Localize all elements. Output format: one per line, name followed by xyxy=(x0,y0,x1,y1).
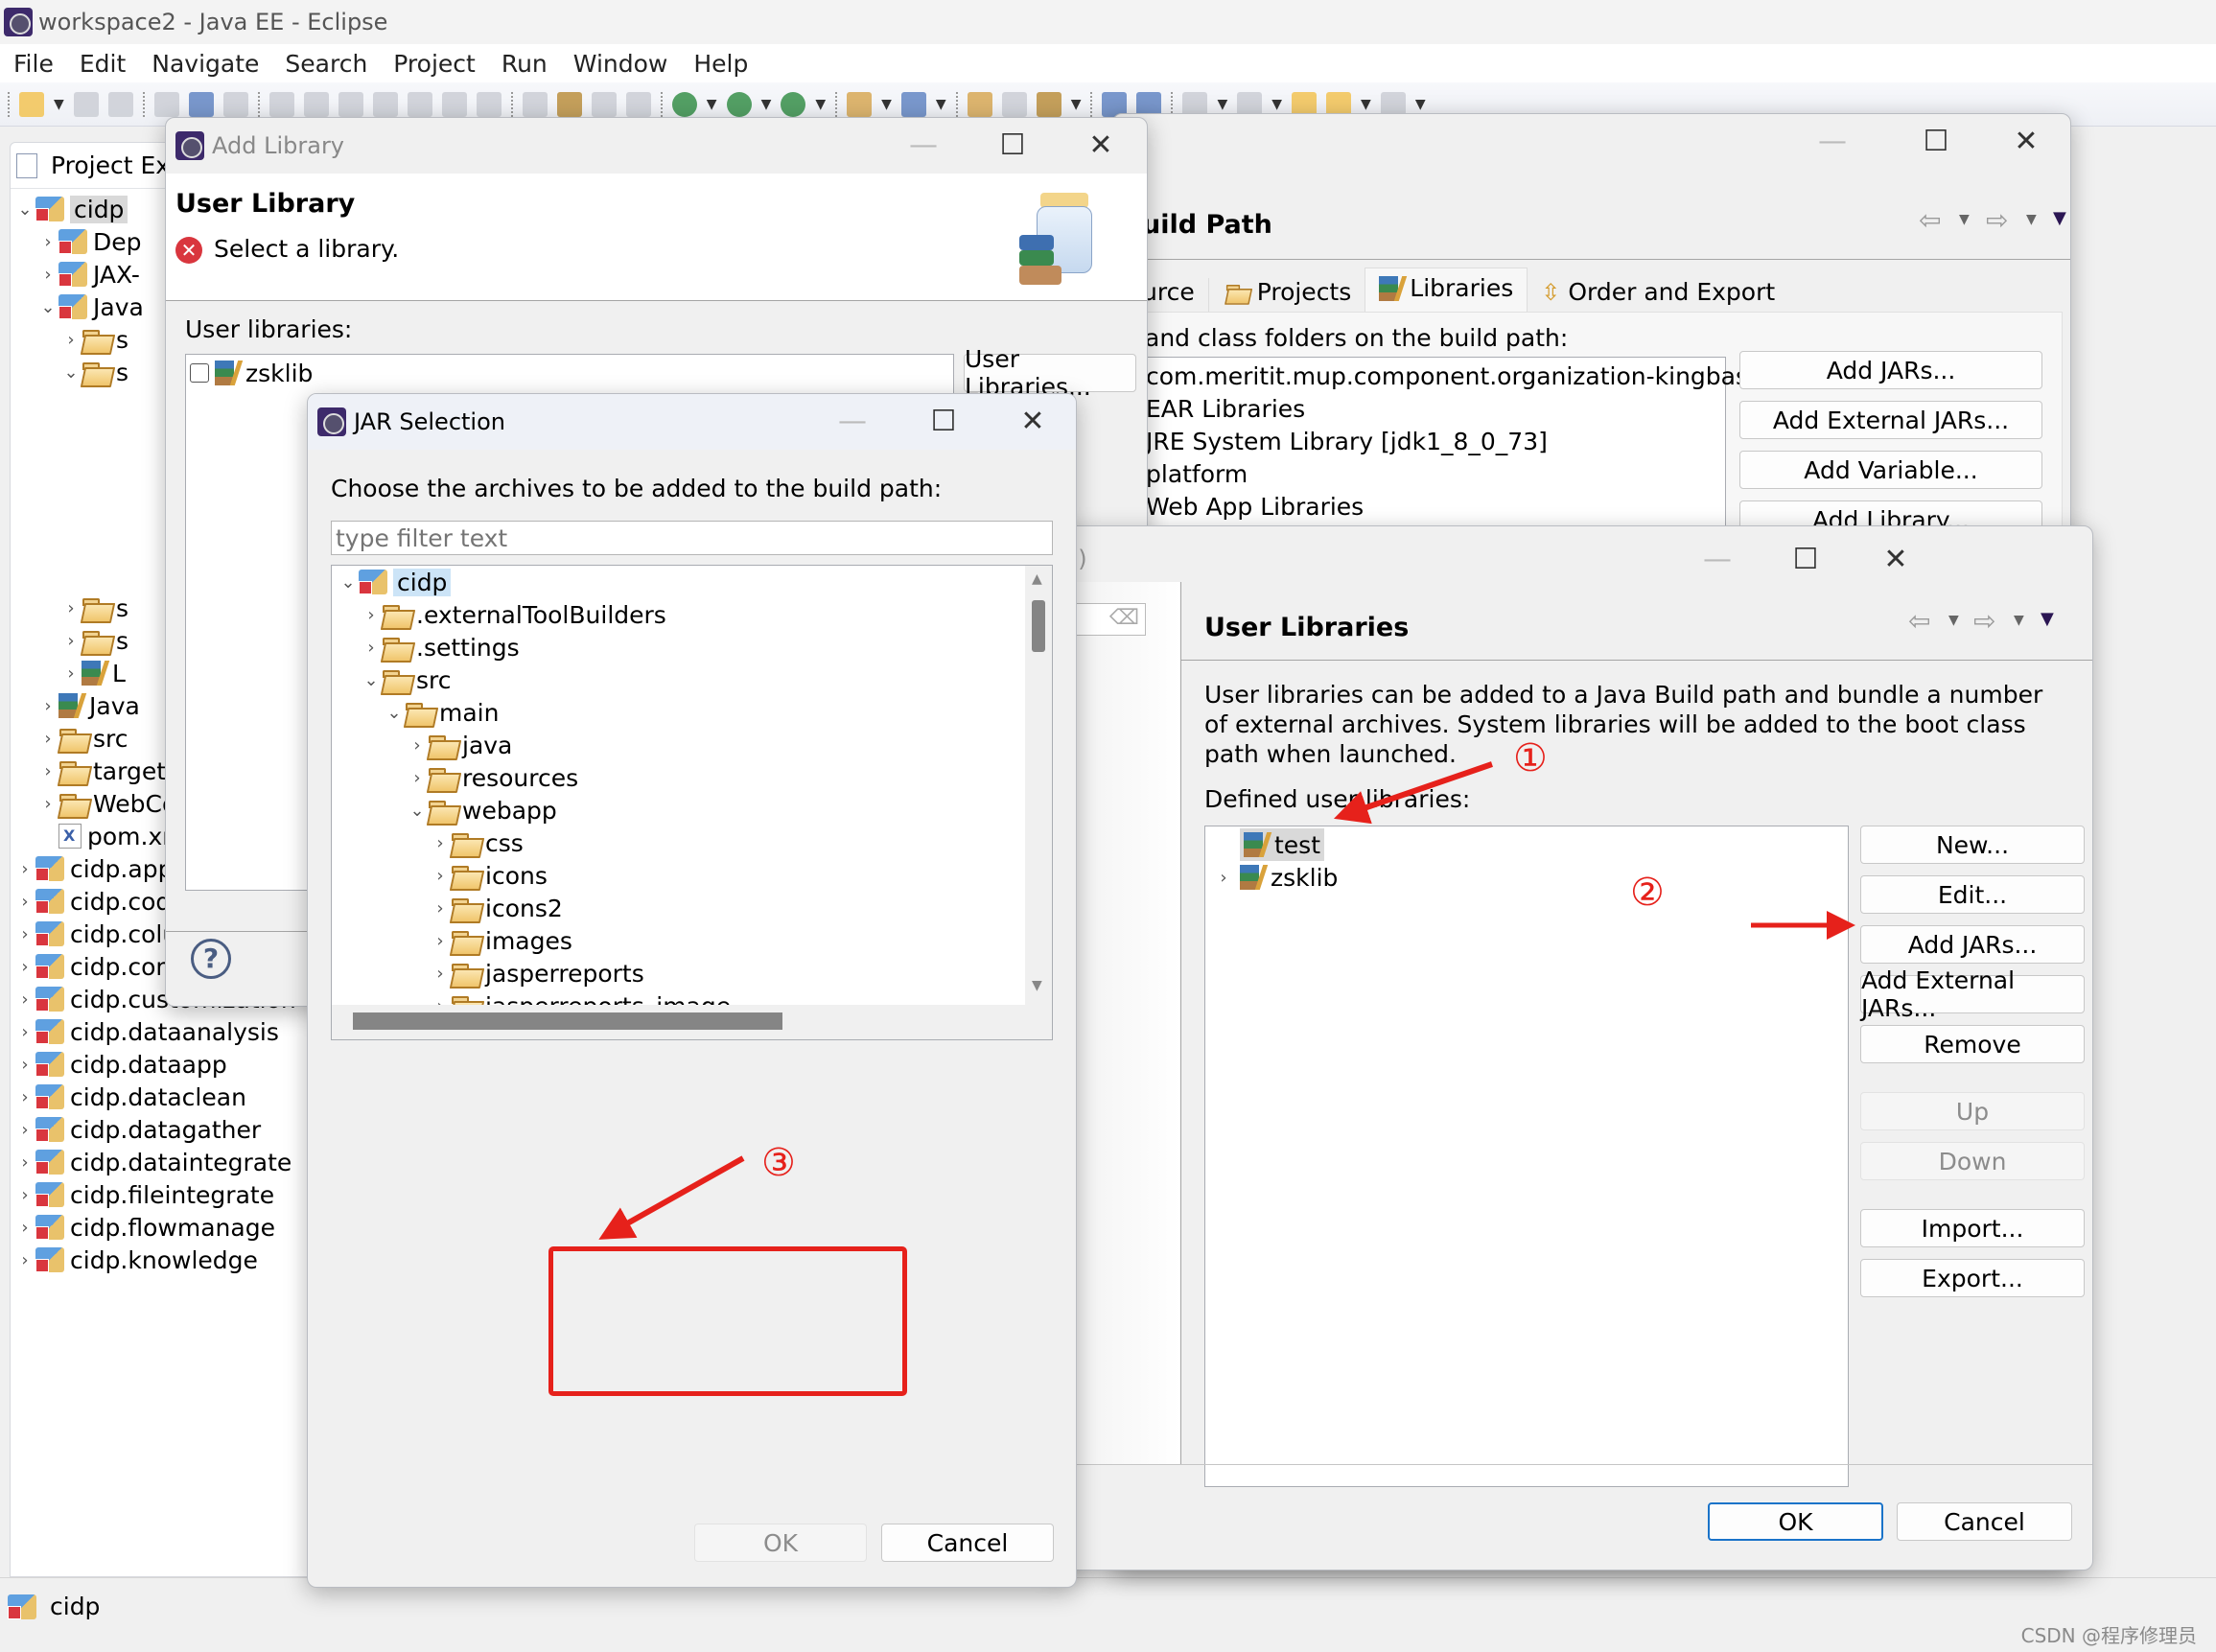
watermark: CSDN @程序修理员 xyxy=(2020,1624,2197,1647)
annotation-arrows xyxy=(598,761,1855,1240)
arrow-step-3 xyxy=(598,1155,745,1240)
arrow-step-1 xyxy=(1333,761,1493,825)
